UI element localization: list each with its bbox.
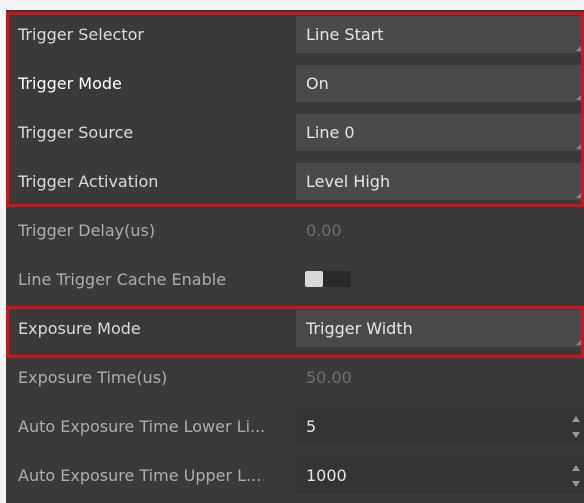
trigger-selector-dropdown[interactable]: Line Start xyxy=(296,16,584,53)
spin-arrows-icon[interactable] xyxy=(572,416,580,438)
trigger-mode-dropdown[interactable]: On xyxy=(296,65,584,102)
auto-exposure-upper-label: Auto Exposure Time Upper L... xyxy=(18,466,262,485)
dropdown-corner-icon xyxy=(576,143,582,149)
auto-exposure-upper-spinbox[interactable]: 1000 xyxy=(296,457,584,494)
toggle-knob xyxy=(305,271,323,287)
line-trigger-cache-toggle[interactable] xyxy=(305,271,351,287)
trigger-delay-input: 0.00 xyxy=(296,212,584,249)
exposure-mode-dropdown[interactable]: Trigger Width xyxy=(296,310,584,347)
row-trigger-source: Trigger Source Line 0 xyxy=(6,108,584,157)
row-trigger-mode: Trigger Mode On xyxy=(6,59,584,108)
trigger-activation-value: Level High xyxy=(306,172,391,191)
row-line-trigger-cache-enable: Line Trigger Cache Enable xyxy=(6,255,584,304)
dropdown-corner-icon xyxy=(576,192,582,198)
exposure-mode-label: Exposure Mode xyxy=(18,319,141,338)
auto-exposure-lower-spinbox[interactable]: 5 xyxy=(296,408,584,445)
spin-arrows-icon[interactable] xyxy=(572,465,580,487)
row-trigger-selector: Trigger Selector Line Start xyxy=(6,10,584,59)
exposure-time-input: 50.00 xyxy=(296,359,584,396)
dropdown-corner-icon xyxy=(576,339,582,345)
trigger-delay-label: Trigger Delay(us) xyxy=(18,221,156,240)
line-trigger-cache-enable-label: Line Trigger Cache Enable xyxy=(18,270,227,289)
spin-up-icon[interactable] xyxy=(572,465,580,471)
exposure-time-value: 50.00 xyxy=(306,368,352,387)
auto-exposure-lower-value: 5 xyxy=(306,417,317,436)
trigger-mode-value: On xyxy=(306,74,329,93)
spin-down-icon[interactable] xyxy=(572,432,580,438)
trigger-activation-dropdown[interactable]: Level High xyxy=(296,163,584,200)
row-exposure-time: Exposure Time(us) 50.00 xyxy=(6,353,584,402)
trigger-source-label: Trigger Source xyxy=(18,123,134,142)
dropdown-corner-icon xyxy=(576,94,582,100)
auto-exposure-upper-value: 1000 xyxy=(306,466,347,485)
auto-exposure-lower-label: Auto Exposure Time Lower Li... xyxy=(18,417,266,436)
exposure-time-label: Exposure Time(us) xyxy=(18,368,168,387)
spin-down-icon[interactable] xyxy=(572,481,580,487)
trigger-mode-label: Trigger Mode xyxy=(18,74,122,93)
spin-up-icon[interactable] xyxy=(572,416,580,422)
trigger-selector-value: Line Start xyxy=(306,25,384,44)
trigger-source-dropdown[interactable]: Line 0 xyxy=(296,114,584,151)
exposure-mode-value: Trigger Width xyxy=(306,319,413,338)
dropdown-corner-icon xyxy=(576,45,582,51)
trigger-source-value: Line 0 xyxy=(306,123,355,142)
row-exposure-mode: Exposure Mode Trigger Width xyxy=(6,304,584,353)
row-auto-exposure-upper: Auto Exposure Time Upper L... 1000 xyxy=(6,451,584,500)
trigger-delay-value: 0.00 xyxy=(306,221,342,240)
camera-parameters-panel: Trigger Selector Line Start Trigger Mode… xyxy=(6,10,584,503)
row-trigger-delay: Trigger Delay(us) 0.00 xyxy=(6,206,584,255)
row-auto-exposure-lower: Auto Exposure Time Lower Li... 5 xyxy=(6,402,584,451)
trigger-activation-label: Trigger Activation xyxy=(18,172,159,191)
row-trigger-activation: Trigger Activation Level High xyxy=(6,157,584,206)
trigger-selector-label: Trigger Selector xyxy=(18,25,144,44)
